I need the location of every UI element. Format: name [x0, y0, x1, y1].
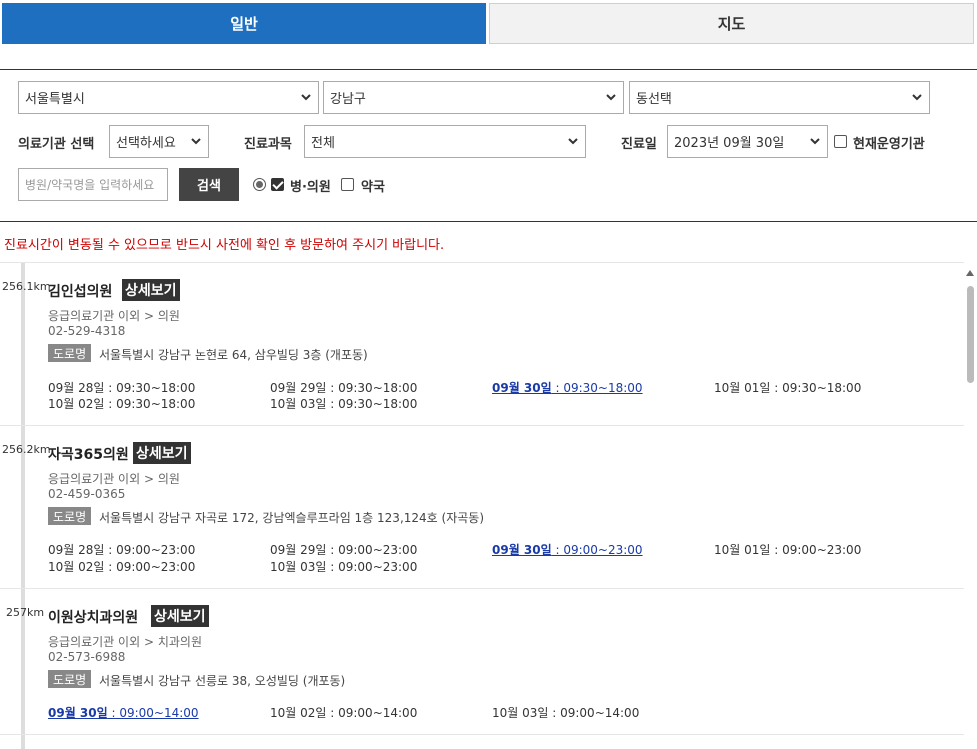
department-label: 진료과목	[244, 137, 292, 152]
open-now-checkbox[interactable]	[834, 135, 847, 148]
filter-radio[interactable]	[253, 178, 266, 191]
hours-item: 10월 03일 : 09:00~23:00	[270, 560, 418, 574]
hours-item: 10월 01일 : 09:30~18:00	[714, 381, 862, 395]
department-select[interactable]: 전체	[304, 125, 586, 158]
institution-select[interactable]: 선택하세요	[109, 125, 209, 158]
tab-bar: 일반 지도	[2, 3, 974, 44]
clinic-phone: 02-459-0365	[48, 487, 126, 501]
name-search-input[interactable]: 병원/약국명을 입력하세요	[18, 168, 168, 201]
hours-item: 09월 29일 : 09:30~18:00	[270, 381, 418, 395]
region-dong-value: 동선택	[636, 92, 672, 107]
date-label: 진료일	[621, 137, 657, 152]
hours-item-today[interactable]: 09월 30일 : 09:00~14:00	[48, 704, 199, 721]
clinic-list: 256.1km 김인섭의원 상세보기 응급의료기관 이외 > 의원 02-529…	[0, 262, 964, 749]
search-filter-panel: 서울특별시 강남구 동선택 의료기관 선택 선택하세요 진료과목 전체 진료일 …	[0, 69, 977, 222]
region-city-value: 서울특별시	[25, 92, 85, 107]
tab-general[interactable]: 일반	[2, 3, 486, 44]
distance-label: 256.2km	[2, 443, 51, 456]
clinic-address: 서울특별시 강남구 논현로 64, 삼우빌딩 3층 (개포동)	[99, 348, 368, 362]
road-address-badge: 도로명	[48, 507, 92, 525]
clinic-name[interactable]: 자곡365의원	[48, 444, 129, 464]
clinic-card: 257km 이원상치과의원 상세보기 응급의료기관 이외 > 치과의원 02-5…	[0, 589, 964, 735]
clinic-name[interactable]: 이원상치과의원	[48, 607, 138, 627]
clinic-phone: 02-529-4318	[48, 324, 126, 338]
hours-item: 10월 02일 : 09:00~14:00	[270, 706, 418, 720]
clinic-type: 응급의료기관 이외 > 치과의원	[48, 635, 202, 649]
scroll-thumb[interactable]	[967, 286, 974, 383]
detail-button[interactable]: 상세보기	[133, 442, 191, 464]
clinic-card: 256.2km 자곡365의원 상세보기 응급의료기관 이외 > 의원 02-4…	[0, 426, 964, 589]
chevron-down-icon	[568, 138, 578, 145]
chevron-down-icon	[606, 94, 616, 101]
clinic-type: 응급의료기관 이외 > 의원	[48, 309, 180, 323]
clinic-type: 응급의료기관 이외 > 의원	[48, 472, 180, 486]
chevron-down-icon	[810, 138, 820, 145]
region-district-value: 강남구	[330, 92, 366, 107]
chevron-down-icon	[301, 94, 311, 101]
scroll-up-arrow-icon[interactable]	[966, 270, 974, 276]
name-search-placeholder: 병원/약국명을 입력하세요	[25, 178, 155, 192]
clinic-address: 서울특별시 강남구 자곡로 172, 강남엑슬루프라임 1층 123,124호 …	[99, 511, 485, 525]
hours-item: 10월 03일 : 09:00~14:00	[492, 706, 640, 720]
hours-item: 10월 03일 : 09:30~18:00	[270, 397, 418, 411]
date-value: 2023년 09월 30일	[674, 136, 785, 151]
road-address-badge: 도로명	[48, 344, 92, 362]
search-button[interactable]: 검색	[179, 168, 239, 201]
pharmacy-label: 약국	[361, 180, 385, 195]
clinic-label: 병·의원	[290, 180, 331, 195]
institution-value: 선택하세요	[116, 136, 176, 151]
clinic-address: 서울특별시 강남구 선릉로 38, 오성빌딩 (개포동)	[99, 674, 346, 688]
department-value: 전체	[311, 136, 335, 151]
region-city-select[interactable]: 서울특별시	[18, 81, 319, 114]
hours-item: 10월 02일 : 09:00~23:00	[48, 560, 196, 574]
chevron-down-icon	[191, 138, 201, 145]
clinic-name[interactable]: 김인섭의원	[48, 281, 112, 301]
distance-label: 257km	[6, 606, 45, 619]
clinic-phone: 02-573-6988	[48, 650, 126, 664]
notice-text: 진료시간이 변동될 수 있으므로 반드시 사전에 확인 후 방문하여 주시기 바…	[4, 238, 445, 253]
road-address-badge: 도로명	[48, 670, 92, 688]
region-dong-select[interactable]: 동선택	[629, 81, 930, 114]
pharmacy-checkbox[interactable]	[341, 178, 354, 191]
date-select[interactable]: 2023년 09월 30일	[667, 125, 828, 158]
open-now-label: 현재운영기관	[853, 137, 925, 152]
region-district-select[interactable]: 강남구	[323, 81, 624, 114]
distance-label: 256.1km	[2, 280, 51, 293]
hours-item-today[interactable]: 09월 30일 : 09:00~23:00	[492, 541, 643, 558]
tab-map[interactable]: 지도	[489, 3, 974, 44]
hours-item: 09월 29일 : 09:00~23:00	[270, 543, 418, 557]
clinic-card: 256.1km 김인섭의원 상세보기 응급의료기관 이외 > 의원 02-529…	[0, 263, 964, 426]
hours-item: 09월 28일 : 09:00~23:00	[48, 543, 196, 557]
hours-item: 09월 28일 : 09:30~18:00	[48, 381, 196, 395]
hours-item: 10월 02일 : 09:30~18:00	[48, 397, 196, 411]
clinic-checkbox[interactable]	[271, 178, 284, 191]
institution-label: 의료기관 선택	[18, 137, 95, 152]
hours-item-today[interactable]: 09월 30일 : 09:30~18:00	[492, 379, 643, 396]
detail-button[interactable]: 상세보기	[151, 605, 209, 627]
chevron-down-icon	[912, 94, 922, 101]
list-scrollbar[interactable]	[964, 268, 977, 749]
detail-button[interactable]: 상세보기	[122, 279, 180, 301]
hours-item: 10월 01일 : 09:00~23:00	[714, 543, 862, 557]
